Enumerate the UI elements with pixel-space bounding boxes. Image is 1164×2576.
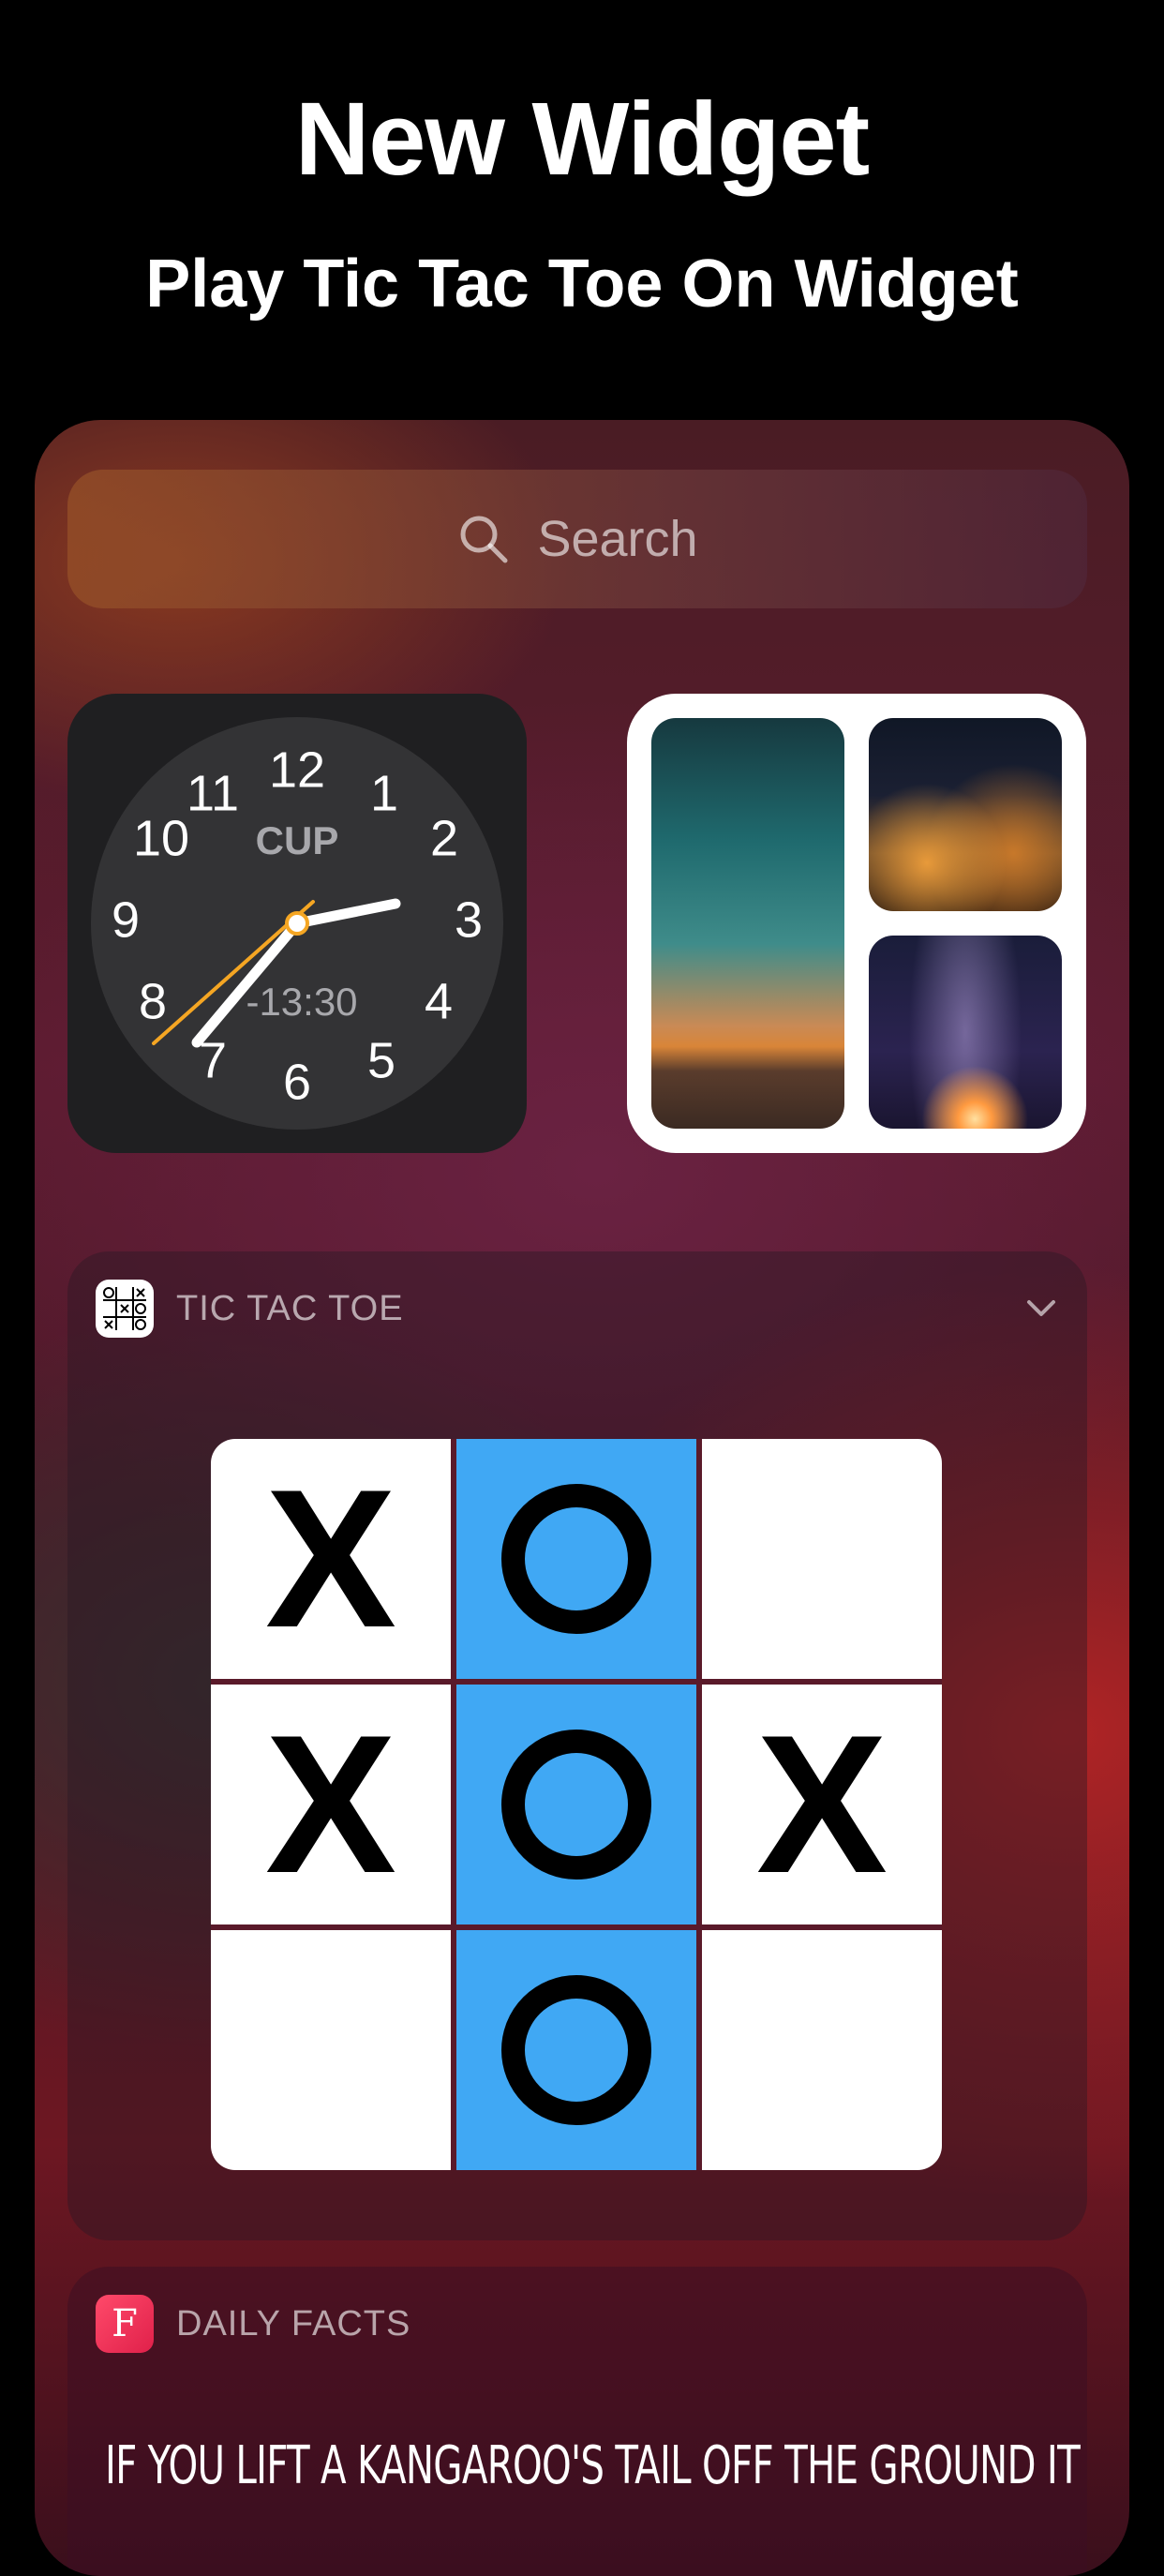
fact-text: IF YOU LIFT A KANGAROO'S TAIL OFF THE GR… (105, 2435, 1081, 2496)
board-cell[interactable] (211, 1930, 451, 2170)
clock-numeral: 11 (187, 765, 239, 821)
clock-numeral: 12 (269, 741, 325, 798)
photo-city-night (869, 718, 1062, 911)
clock-numeral: 6 (283, 1054, 311, 1110)
page-subtitle: Play Tic Tac Toe On Widget (145, 247, 1019, 322)
daily-facts-icon-letter: F (112, 2302, 138, 2345)
clock-numeral: 3 (455, 891, 483, 948)
daily-facts-label: DAILY FACTS (176, 2303, 411, 2344)
o-mark (501, 1975, 651, 2125)
phone-screen: Search 12 1 2 3 4 5 6 7 8 9 10 11 CUP -1… (35, 420, 1129, 2576)
board-cell[interactable] (456, 1930, 696, 2170)
photo-milky-way (869, 936, 1062, 1129)
tic-tac-toe-board: XXX (211, 1439, 942, 2170)
o-mark (501, 1484, 651, 1634)
clock-face: 12 1 2 3 4 5 6 7 8 9 10 11 CUP -13:30 (91, 717, 503, 1130)
clock-center (285, 911, 309, 936)
daily-facts-app-icon: F (96, 2295, 154, 2353)
board-cell[interactable] (702, 1930, 942, 2170)
clock-offset: -13:30 (246, 980, 357, 1024)
board-cell[interactable] (456, 1439, 696, 1679)
chevron-down-icon[interactable] (1023, 1291, 1059, 1326)
clock-numeral: 9 (112, 891, 140, 948)
search-bar[interactable]: Search (67, 470, 1087, 608)
tic-tac-toe-header: TIC TAC TOE (96, 1280, 404, 1338)
photo-widget[interactable] (627, 694, 1086, 1153)
board-cell[interactable]: X (211, 1685, 451, 1925)
page-title: New Widget (294, 82, 870, 197)
o-mark (501, 1730, 651, 1880)
tic-tac-toe-widget: TIC TAC TOE XXX (67, 1251, 1087, 2240)
tic-tac-toe-app-icon (96, 1280, 154, 1338)
clock-widget[interactable]: 12 1 2 3 4 5 6 7 8 9 10 11 CUP -13:30 (67, 694, 527, 1153)
daily-facts-header: F DAILY FACTS (96, 2295, 410, 2353)
board-cell[interactable]: X (211, 1439, 451, 1679)
clock-city: CUP (256, 818, 339, 862)
search-placeholder: Search (537, 511, 698, 567)
board-cell[interactable] (456, 1685, 696, 1925)
clock-numeral: 4 (425, 973, 453, 1029)
x-mark: X (264, 1694, 397, 1914)
clock-numeral: 1 (370, 765, 398, 821)
photo-sunset (651, 718, 844, 1129)
search-icon (460, 516, 508, 563)
clock-numeral: 10 (133, 810, 189, 866)
tic-tac-toe-label: TIC TAC TOE (176, 1288, 404, 1328)
board-cell[interactable]: X (702, 1685, 942, 1925)
clock-numeral: 8 (139, 973, 167, 1029)
x-mark: X (264, 1448, 397, 1669)
x-mark: X (755, 1694, 888, 1914)
board-cell[interactable] (702, 1439, 942, 1679)
clock-numeral: 2 (430, 810, 458, 866)
daily-facts-widget: F DAILY FACTS IF YOU LIFT A KANGAROO'S T… (67, 2267, 1087, 2576)
clock-numeral: 5 (367, 1032, 395, 1088)
